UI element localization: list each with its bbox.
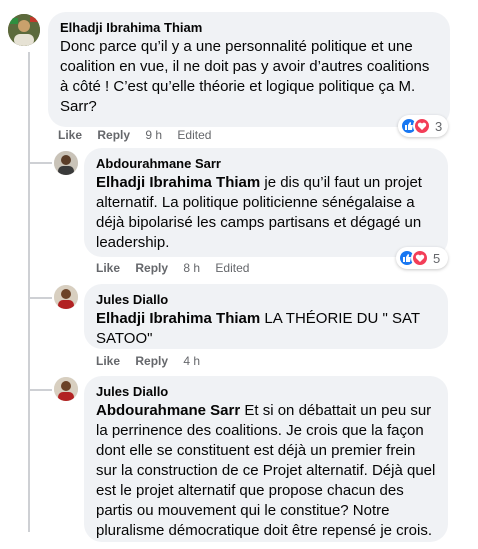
- reaction-count: 3: [435, 118, 443, 134]
- reaction-summary[interactable]: 5: [396, 247, 448, 269]
- comment-text: Abdourahmane Sarr Et si on débattait un …: [96, 401, 436, 541]
- reply-branch: [28, 162, 52, 164]
- comment-bubble: Elhadji Ibrahima Thiam Donc parce qu’il …: [48, 12, 450, 127]
- like-button[interactable]: Like: [96, 354, 120, 368]
- comment-text: Donc parce qu’il y a une personnalité po…: [60, 38, 430, 115]
- avatar[interactable]: [8, 14, 40, 46]
- mention-link[interactable]: Abdourahmane Sarr: [96, 402, 240, 419]
- avatar[interactable]: [54, 285, 78, 309]
- comment-timestamp[interactable]: 9 h: [145, 128, 162, 142]
- user-photo-icon: [54, 151, 78, 175]
- user-photo-icon: [8, 14, 40, 46]
- love-icon: [411, 249, 429, 267]
- comment-actions: Like Reply 9 h Edited: [58, 128, 223, 142]
- mention-link[interactable]: Elhadji Ibrahima Thiam: [96, 174, 260, 191]
- reply-branch: [28, 297, 52, 299]
- edited-label[interactable]: Edited: [215, 261, 249, 275]
- comment-author[interactable]: Jules Diallo: [96, 292, 436, 308]
- reaction-summary[interactable]: 3: [398, 115, 448, 137]
- comment-bubble: Abdourahmane Sarr Elhadji Ibrahima Thiam…: [84, 148, 448, 257]
- user-photo-icon: [54, 377, 78, 401]
- reply-branch: [28, 389, 52, 391]
- comment-text: Elhadji Ibrahima Thiam LA THÉORIE DU " S…: [96, 309, 436, 349]
- avatar[interactable]: [54, 151, 78, 175]
- mention-link[interactable]: Elhadji Ibrahima Thiam: [96, 310, 260, 327]
- comment-timestamp[interactable]: 4 h: [183, 354, 200, 368]
- user-photo-icon: [54, 285, 78, 309]
- reply-button[interactable]: Reply: [135, 354, 168, 368]
- comment-body: Et si on débattait un peu sur la perrine…: [96, 402, 436, 539]
- comment-bubble: Jules Diallo Abdourahmane Sarr Et si on …: [84, 376, 448, 542]
- comment-timestamp[interactable]: 8 h: [183, 261, 200, 275]
- reply-button[interactable]: Reply: [97, 128, 130, 142]
- comment-bubble: Jules Diallo Elhadji Ibrahima Thiam LA T…: [84, 284, 448, 349]
- edited-label[interactable]: Edited: [177, 128, 211, 142]
- reaction-count: 5: [433, 250, 441, 266]
- thread-connector: [28, 52, 30, 532]
- comment-author[interactable]: Abdourahmane Sarr: [96, 156, 436, 172]
- reply-button[interactable]: Reply: [135, 261, 168, 275]
- comment-author[interactable]: Jules Diallo: [96, 384, 436, 400]
- comment-text: Elhadji Ibrahima Thiam je dis qu’il faut…: [96, 173, 436, 253]
- comment-actions: Like Reply 8 h Edited: [96, 261, 261, 275]
- avatar[interactable]: [54, 377, 78, 401]
- like-button[interactable]: Like: [58, 128, 82, 142]
- love-icon: [413, 117, 431, 135]
- like-button[interactable]: Like: [96, 261, 120, 275]
- comment-actions: Like Reply 4 h: [96, 354, 212, 368]
- comment-author[interactable]: Elhadji Ibrahima Thiam: [60, 20, 438, 36]
